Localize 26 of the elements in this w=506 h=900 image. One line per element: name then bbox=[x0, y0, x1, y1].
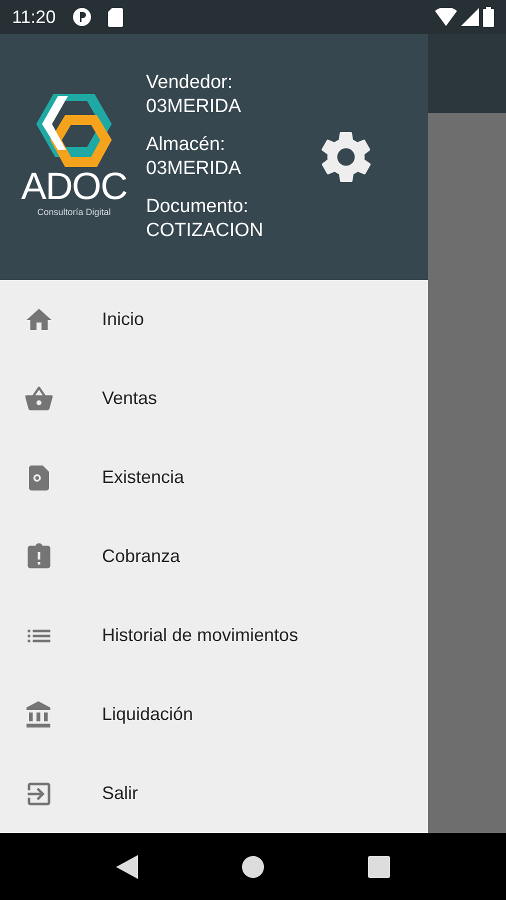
signal-icon bbox=[461, 8, 479, 26]
wifi-icon bbox=[435, 8, 457, 26]
status-time: 11:20 bbox=[12, 6, 56, 28]
home-button-icon bbox=[242, 856, 264, 878]
sd-card-icon bbox=[108, 8, 123, 26]
field-value: COTIZACION bbox=[146, 219, 264, 243]
back-icon bbox=[116, 854, 138, 878]
field-value: 03MERIDA bbox=[146, 157, 242, 181]
menu-item[interactable]: Cobranza bbox=[0, 517, 428, 596]
field-label: Vendedor: bbox=[146, 71, 234, 95]
menu-item[interactable]: Existencia bbox=[0, 438, 428, 517]
logo-name: ADOC bbox=[21, 168, 127, 206]
app-status-icon bbox=[72, 7, 92, 27]
field-label: Almacén: bbox=[146, 133, 226, 157]
menu-item[interactable]: Salir bbox=[0, 754, 428, 833]
recents-icon bbox=[368, 856, 390, 878]
menu-item[interactable]: Historial de movimientos bbox=[0, 596, 428, 675]
field-label: Documento: bbox=[146, 195, 250, 219]
logo-tagline: Consultoría Digital bbox=[37, 206, 111, 220]
battery-icon bbox=[483, 7, 494, 27]
basket-icon bbox=[24, 384, 54, 414]
field-value: 03MERIDA bbox=[146, 95, 242, 119]
logo-icon bbox=[34, 94, 114, 168]
menu-item[interactable]: Inicio bbox=[0, 280, 428, 359]
menu-item[interactable]: Liquidación bbox=[0, 675, 428, 754]
menu-item[interactable]: Ventas bbox=[0, 359, 428, 438]
